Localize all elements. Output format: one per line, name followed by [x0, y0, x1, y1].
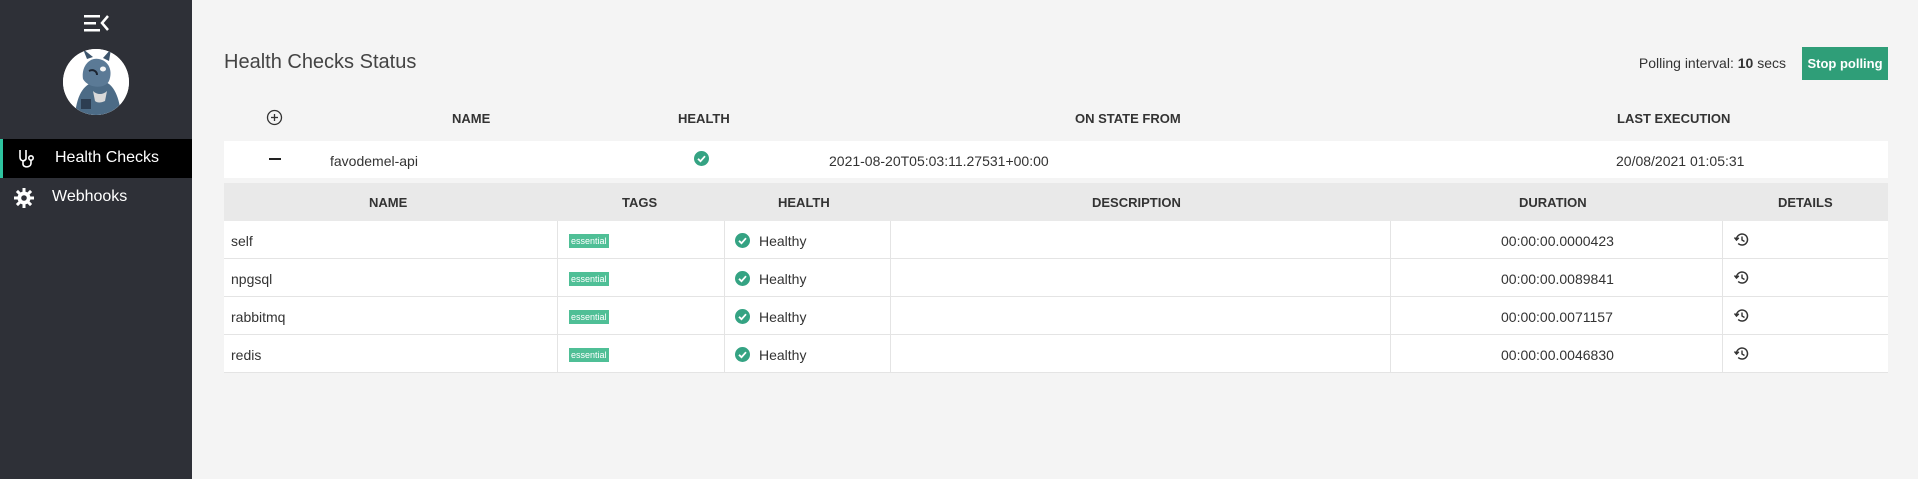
sidebar-item-webhooks[interactable]: Webhooks: [0, 178, 192, 217]
stop-polling-button[interactable]: Stop polling: [1802, 47, 1888, 80]
add-circle-icon[interactable]: [266, 109, 283, 126]
last-execution-value: 20/08/2021 01:05:31: [1616, 153, 1745, 169]
checks-table: NAME TAGS HEALTH DESCRIPTION DURATION DE…: [224, 183, 1888, 373]
main-content: Health Checks Status Polling interval: 1…: [192, 0, 1918, 479]
health-cell: Healthy: [725, 297, 891, 335]
polling-interval: Polling interval: 10 secs: [1638, 55, 1786, 71]
tags-cell: essential: [558, 221, 725, 259]
name-cell: npgsql: [224, 259, 558, 297]
tag-badge: essential: [569, 272, 609, 286]
table-row: self essential Healthy 00:00:00.0000423: [224, 221, 1888, 259]
history-icon[interactable]: [1733, 269, 1750, 286]
column-header-description: DESCRIPTION: [1092, 195, 1181, 210]
tag-badge: essential: [569, 234, 609, 248]
check-name: self: [231, 233, 253, 249]
duration-cell: 00:00:00.0046830: [1391, 335, 1723, 373]
health-status: Healthy: [759, 233, 807, 249]
description-cell: [891, 259, 1391, 297]
health-status: Healthy: [759, 347, 807, 363]
service-name: favodemel-api: [330, 153, 418, 169]
check-name: npgsql: [231, 271, 273, 287]
duration-value: 00:00:00.0000423: [1501, 233, 1614, 249]
table-row: rabbitmq essential Healthy 00:00:00.0071…: [224, 297, 1888, 335]
description-cell: [891, 221, 1391, 259]
column-header-last-execution: LAST EXECUTION: [1617, 111, 1731, 126]
outer-table-header: NAME HEALTH ON STATE FROM LAST EXECUTION: [224, 105, 1888, 132]
column-header-duration: DURATION: [1519, 195, 1587, 210]
check-circle-icon: [735, 309, 750, 324]
tag-badge: essential: [569, 348, 609, 362]
table-row: redis essential Healthy 00:00:00.0046830: [224, 335, 1888, 373]
check-circle-icon: [735, 271, 750, 286]
menu-collapse-icon[interactable]: [82, 12, 110, 34]
sidebar-item-label: Webhooks: [52, 188, 128, 205]
page-title: Health Checks Status: [224, 51, 417, 73]
table-row: npgsql essential Healthy 00:00:00.008984…: [224, 259, 1888, 297]
column-header-health: HEALTH: [778, 195, 830, 210]
tag-badge: essential: [569, 310, 609, 324]
stethoscope-icon: [19, 150, 35, 168]
sidebar-item-health-checks[interactable]: Health Checks: [0, 139, 192, 178]
history-icon[interactable]: [1733, 307, 1750, 324]
sidebar: Health Checks Webhooks: [0, 0, 192, 479]
duration-value: 00:00:00.0046830: [1501, 347, 1614, 363]
column-header-name: NAME: [369, 195, 408, 210]
health-cell: Healthy: [725, 259, 891, 297]
service-row[interactable]: favodemel-api 2021-08-20T05:03:11.27531+…: [224, 141, 1888, 178]
health-cell: Healthy: [725, 221, 891, 259]
check-circle-icon: [694, 151, 709, 166]
tags-cell: essential: [558, 335, 725, 373]
column-header-tags: TAGS: [622, 195, 658, 210]
checks-table-header: NAME TAGS HEALTH DESCRIPTION DURATION DE…: [224, 183, 1888, 221]
history-icon[interactable]: [1733, 345, 1750, 362]
name-cell: redis: [224, 335, 558, 373]
name-cell: rabbitmq: [224, 297, 558, 335]
column-header-health: HEALTH: [678, 111, 730, 126]
health-status: Healthy: [759, 271, 807, 287]
check-circle-icon: [735, 347, 750, 362]
details-cell: [1723, 335, 1888, 373]
gear-icon: [14, 188, 34, 208]
check-name: redis: [231, 347, 262, 363]
duration-cell: 00:00:00.0089841: [1391, 259, 1723, 297]
description-cell: [891, 297, 1391, 335]
tags-cell: essential: [558, 259, 725, 297]
duration-value: 00:00:00.0071157: [1501, 309, 1613, 325]
sidebar-item-label: Health Checks: [55, 149, 160, 166]
tags-cell: essential: [558, 297, 725, 335]
health-cell: Healthy: [725, 335, 891, 373]
column-header-name: NAME: [452, 111, 491, 126]
details-cell: [1723, 297, 1888, 335]
column-header-details: DETAILS: [1778, 195, 1833, 210]
collapse-icon[interactable]: [269, 153, 281, 165]
check-name: rabbitmq: [231, 309, 286, 325]
details-cell: [1723, 221, 1888, 259]
description-cell: [891, 335, 1391, 373]
history-icon[interactable]: [1733, 231, 1750, 248]
details-cell: [1723, 259, 1888, 297]
on-state-from-value: 2021-08-20T05:03:11.27531+00:00: [829, 153, 1049, 169]
duration-cell: 00:00:00.0071157: [1391, 297, 1723, 335]
avatar: [63, 49, 129, 115]
health-status: Healthy: [759, 309, 807, 325]
column-header-on-state-from: ON STATE FROM: [1075, 111, 1181, 126]
duration-value: 00:00:00.0089841: [1501, 271, 1614, 287]
duration-cell: 00:00:00.0000423: [1391, 221, 1723, 259]
check-circle-icon: [735, 233, 750, 248]
name-cell: self: [224, 221, 558, 259]
